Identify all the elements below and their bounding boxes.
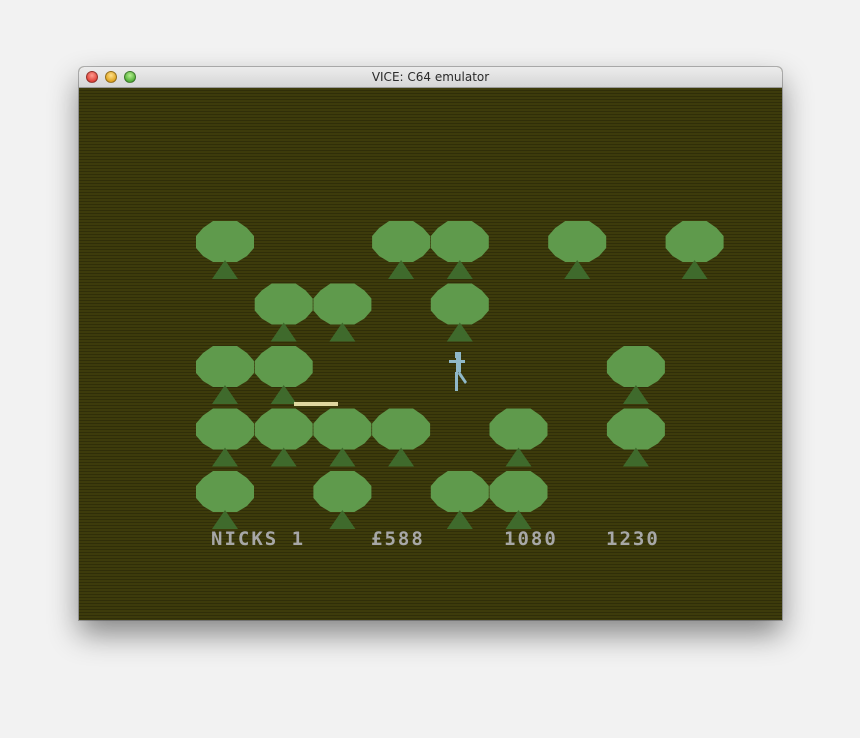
tree xyxy=(430,221,489,279)
tree-canopy xyxy=(430,221,489,262)
tree-trunk xyxy=(564,260,591,279)
tree-trunk xyxy=(622,385,649,404)
tree-trunk xyxy=(212,510,238,529)
title-bar[interactable]: VICE: C64 emulator xyxy=(79,67,782,88)
tree-trunk xyxy=(329,322,356,342)
tree xyxy=(254,346,313,404)
tree xyxy=(372,221,431,279)
tree xyxy=(489,471,548,529)
tree-canopy xyxy=(254,408,313,450)
tree-trunk xyxy=(270,385,297,404)
tree-trunk xyxy=(329,447,356,467)
tree-trunk xyxy=(270,447,297,467)
tree-trunk xyxy=(505,447,532,467)
game-screen[interactable]: NICKS 1 £588 1080 1230 xyxy=(79,88,782,620)
tree-canopy xyxy=(606,346,665,387)
tree-trunk xyxy=(329,510,356,529)
player-leg-right xyxy=(458,370,467,384)
tree xyxy=(430,471,489,529)
tree xyxy=(254,408,313,467)
tree-canopy xyxy=(313,283,372,325)
tree-canopy xyxy=(313,408,372,450)
tree xyxy=(548,221,607,279)
tree-canopy xyxy=(313,471,372,512)
tree-canopy xyxy=(372,221,431,262)
tree-canopy xyxy=(254,283,313,325)
tree-canopy xyxy=(196,346,254,387)
tree-trunk xyxy=(505,510,532,529)
tree xyxy=(606,408,665,467)
tree-trunk xyxy=(388,260,415,279)
tree xyxy=(196,346,254,404)
tree xyxy=(313,283,372,342)
tree-trunk xyxy=(270,322,297,342)
tree-trunk xyxy=(446,260,473,279)
tree-trunk xyxy=(622,447,649,467)
tree-canopy xyxy=(254,346,313,387)
tree-trunk xyxy=(446,510,473,529)
tree-canopy xyxy=(489,471,548,512)
tree-canopy xyxy=(665,221,724,262)
tree-canopy xyxy=(548,221,607,262)
tree-trunk xyxy=(212,260,238,279)
hud-money: £588 xyxy=(371,528,425,550)
tree-canopy xyxy=(196,408,254,450)
player-head xyxy=(455,352,461,358)
tree xyxy=(489,408,548,467)
tree xyxy=(430,283,489,342)
tree xyxy=(196,408,254,467)
tree xyxy=(196,221,254,279)
tree-canopy xyxy=(430,471,489,512)
tree-trunk xyxy=(681,260,708,279)
tree-canopy xyxy=(372,408,431,450)
hud-high-score: 1230 xyxy=(606,528,660,550)
emulator-window: VICE: C64 emulator NICKS 1 £588 1080 123… xyxy=(79,67,782,620)
tree-canopy xyxy=(196,221,254,262)
window-title: VICE: C64 emulator xyxy=(371,70,490,84)
hud-label: NICKS 1 xyxy=(211,528,306,550)
dropped-stick xyxy=(294,402,338,406)
game-canvas xyxy=(196,221,724,529)
tree xyxy=(665,221,724,279)
tree-canopy xyxy=(430,283,489,325)
tree-canopy xyxy=(196,471,254,512)
tree-trunk xyxy=(212,447,238,467)
tree-canopy xyxy=(489,408,548,450)
player-arms xyxy=(449,360,465,363)
tree-trunk xyxy=(388,447,415,467)
tree xyxy=(254,283,313,342)
tree xyxy=(196,471,254,529)
player-leg-left xyxy=(455,372,458,391)
tree-canopy xyxy=(606,408,665,450)
tree xyxy=(313,471,372,529)
tree-trunk xyxy=(212,385,238,404)
tree xyxy=(372,408,431,467)
hud-score: 1080 xyxy=(504,528,558,550)
tree xyxy=(606,346,665,404)
tree-trunk xyxy=(446,322,473,342)
tree xyxy=(313,408,372,467)
